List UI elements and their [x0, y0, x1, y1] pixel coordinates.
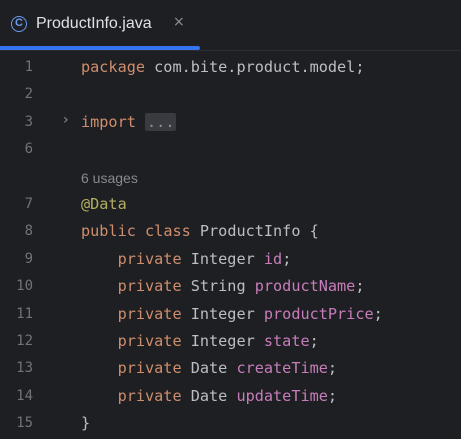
code-token: private — [117, 332, 182, 350]
code-token: id — [263, 249, 283, 268]
code-token: private — [117, 386, 182, 405]
code-line: 2 — [0, 81, 461, 108]
code-token: String — [181, 277, 255, 296]
close-icon[interactable]: × — [173, 14, 185, 30]
code-line: 12 private Integer state; — [0, 328, 461, 355]
code-line: 15} — [0, 410, 461, 437]
code-token: Date — [181, 359, 237, 378]
code-text[interactable]: public class ProductInfo { — [81, 222, 319, 240]
line-number: 8 — [24, 223, 33, 240]
code-text[interactable]: private Integer state; — [81, 332, 319, 350]
code-line: 11 private Integer productPrice; — [0, 301, 461, 328]
code-token: ProductInfo { — [190, 222, 319, 241]
code-text[interactable]: private Date createTime; — [81, 359, 337, 377]
code-token: state — [263, 332, 310, 350]
code-token: private — [117, 359, 182, 378]
code-token: class — [145, 222, 191, 241]
code-editor[interactable]: 1 package com.bite.product.model; 2 3 › impor… — [0, 51, 461, 439]
line-number: 3 — [24, 113, 33, 130]
code-line: 3 › import ... — [0, 109, 461, 136]
code-token: ; — [327, 359, 338, 378]
code-text[interactable]: private String productName; — [81, 277, 365, 295]
active-tab-indicator — [0, 46, 200, 50]
line-number: 11 — [16, 305, 33, 322]
code-token: ; — [355, 277, 365, 296]
code-text[interactable]: import ... — [81, 112, 177, 131]
line-number: 6 — [24, 141, 33, 158]
line-number: 14 — [16, 387, 33, 404]
code-token: Integer — [181, 304, 264, 323]
usages-hint[interactable]: 6 usages — [81, 170, 138, 186]
code-text[interactable]: @Data — [81, 195, 127, 213]
chevron-right-icon[interactable]: › — [63, 112, 69, 128]
tab-productinfo-java[interactable]: C ProductInfo.java × — [0, 0, 200, 50]
code-token: public — [81, 222, 136, 241]
code-line: 13 private Date createTime; — [0, 355, 461, 382]
code-token: Date — [181, 386, 237, 405]
code-token: com.bite.product.model; — [145, 58, 365, 76]
code-token: ; — [373, 304, 383, 323]
line-number: 13 — [16, 360, 33, 377]
code-text[interactable]: } — [81, 414, 90, 432]
code-token: package — [81, 58, 146, 76]
code-text[interactable]: private Integer productPrice; — [81, 305, 383, 323]
code-token: ; — [309, 332, 319, 350]
code-token: productPrice — [263, 304, 374, 323]
code-line: 1 package com.bite.product.model; — [0, 54, 461, 81]
code-text[interactable]: package com.bite.product.model; — [81, 58, 364, 76]
java-class-icon: C — [11, 16, 27, 32]
line-number: 10 — [16, 278, 33, 295]
code-token: ; — [327, 386, 338, 405]
code-token: createTime — [236, 359, 328, 378]
code-line: 8 public class ProductInfo { — [0, 218, 461, 245]
line-number: 1 — [24, 59, 33, 75]
code-token: Integer — [181, 249, 264, 268]
tab-bar: C ProductInfo.java × — [0, 0, 461, 51]
code-text[interactable]: private Integer id; — [81, 249, 292, 268]
code-token: Integer — [181, 332, 264, 350]
code-token: import — [81, 112, 136, 131]
code-token: private — [117, 304, 182, 323]
folded-imports[interactable]: ... — [145, 112, 177, 131]
code-line: 6 — [0, 136, 461, 163]
code-token: ; — [282, 249, 292, 268]
line-number: 7 — [24, 196, 33, 212]
code-token: private — [117, 277, 182, 296]
code-line: 10 private String productName; — [0, 273, 461, 300]
tab-title: ProductInfo.java — [36, 15, 152, 32]
code-line: 14 private Date updateTime; — [0, 383, 461, 410]
line-number: 15 — [16, 415, 33, 432]
code-text[interactable]: private Date updateTime; — [81, 387, 337, 405]
usages-hint-row: 6 usages — [0, 164, 461, 191]
code-token: private — [117, 249, 182, 268]
code-line: 7 @Data — [0, 191, 461, 218]
code-line: 9 private Integer id; — [0, 246, 461, 273]
code-token: } — [81, 414, 91, 433]
line-number: 12 — [16, 333, 33, 349]
line-number: 2 — [24, 86, 33, 103]
line-number: 9 — [24, 250, 33, 267]
code-token: @Data — [81, 195, 127, 213]
editor-window: C ProductInfo.java × 1 package com.bite.p… — [0, 0, 461, 439]
code-token: productName — [254, 277, 356, 296]
code-token: updateTime — [236, 386, 328, 405]
